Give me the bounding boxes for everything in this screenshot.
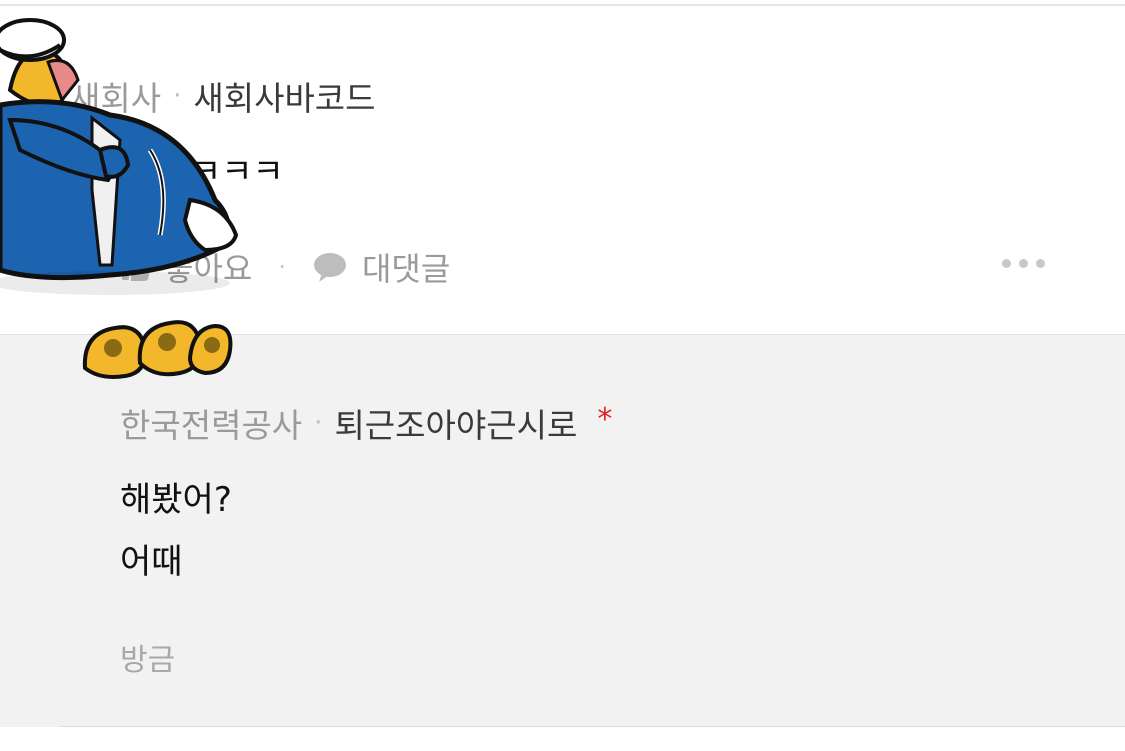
reply-body: 해봤어? 어때 (120, 469, 232, 593)
reply-author-separator: · (314, 408, 323, 438)
reply-author-company[interactable]: 한국전력공사 (120, 399, 302, 447)
reply-timestamp: 방금 (120, 643, 176, 678)
more-options-button[interactable] (1002, 259, 1045, 268)
crouching-character-sticker-icon (0, 18, 239, 379)
more-dot-icon (1019, 259, 1028, 268)
reply-author-line: 한국전력공사 · 퇴근조아야근시로 * (120, 399, 612, 447)
speech-bubble-icon[interactable] (312, 251, 348, 283)
action-separator: · (278, 253, 286, 281)
bottom-spacer (0, 727, 1125, 751)
reply-body-line: 어때 (120, 542, 183, 582)
more-dot-icon (1002, 259, 1011, 268)
comment-thread-screen: 새회사 · 새회사바코드 ㅋㅋㅋ 좋아요 · 대댓글 한국전력공사 · 퇴근조아… (0, 0, 1125, 751)
reply-button[interactable]: 대댓글 (362, 244, 450, 290)
more-dot-icon (1036, 259, 1045, 268)
writer-mark: * (597, 401, 613, 437)
reply-body-line: 해봤어? (120, 480, 232, 520)
reply-author-nickname[interactable]: 퇴근조아야근시로 (334, 399, 577, 447)
